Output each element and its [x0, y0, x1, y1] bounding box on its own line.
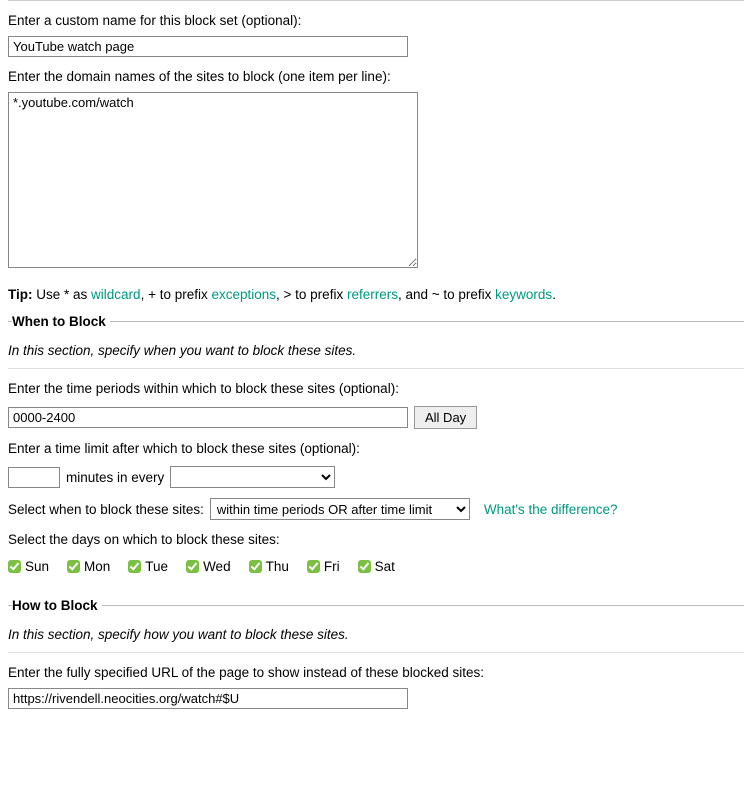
time-limit-label: Enter a time limit after which to block … — [8, 441, 744, 456]
day-fri[interactable]: Fri — [307, 559, 340, 574]
day-sat[interactable]: Sat — [358, 559, 395, 574]
tip-t2: , + to prefix — [141, 287, 212, 302]
how-to-block-section: How to Block In this section, specify ho… — [8, 598, 744, 719]
day-wed[interactable]: Wed — [186, 559, 231, 574]
custom-name-label: Enter a custom name for this block set (… — [8, 13, 744, 28]
time-periods-input[interactable] — [8, 407, 408, 428]
checkbox-mon[interactable] — [67, 560, 80, 573]
top-divider — [8, 0, 744, 1]
day-thu-label: Thu — [266, 559, 289, 574]
domains-label: Enter the domain names of the sites to b… — [8, 69, 744, 84]
days-label: Select the days on which to block these … — [8, 532, 744, 547]
select-when-label: Select when to block these sites: — [8, 502, 204, 517]
whats-difference-link[interactable]: What's the difference? — [484, 502, 618, 517]
domains-textarea[interactable]: *.youtube.com/watch — [8, 92, 418, 268]
block-mode-select[interactable]: within time periods OR after time limit — [210, 498, 470, 520]
tip-t4: , and ~ to prefix — [398, 287, 495, 302]
day-thu[interactable]: Thu — [249, 559, 289, 574]
how-intro: In this section, specify how you want to… — [8, 627, 744, 642]
wildcard-link[interactable]: wildcard — [91, 287, 141, 302]
when-legend: When to Block — [12, 314, 110, 329]
day-fri-label: Fri — [324, 559, 340, 574]
url-label: Enter the fully specified URL of the pag… — [8, 665, 744, 680]
when-intro: In this section, specify when you want t… — [8, 343, 744, 358]
exceptions-link[interactable]: exceptions — [211, 287, 276, 302]
tip-row: Tip: Use * as wildcard, + to prefix exce… — [8, 287, 744, 302]
when-to-block-section: When to Block In this section, specify w… — [8, 314, 744, 590]
days-row: Sun Mon Tue Wed Thu Fri Sat — [8, 559, 744, 574]
when-inner-divider — [8, 368, 744, 369]
checkbox-thu[interactable] — [249, 560, 262, 573]
tip-t5: . — [552, 287, 556, 302]
time-periods-label: Enter the time periods within which to b… — [8, 381, 744, 396]
tip-t3: , > to prefix — [276, 287, 347, 302]
day-sun[interactable]: Sun — [8, 559, 49, 574]
tip-bold: Tip: — [8, 287, 33, 302]
day-sat-label: Sat — [375, 559, 395, 574]
day-mon[interactable]: Mon — [67, 559, 110, 574]
checkbox-sat[interactable] — [358, 560, 371, 573]
how-legend: How to Block — [12, 598, 102, 613]
day-wed-label: Wed — [203, 559, 231, 574]
day-tue-label: Tue — [145, 559, 168, 574]
day-mon-label: Mon — [84, 559, 110, 574]
custom-name-input[interactable] — [8, 36, 408, 57]
all-day-button[interactable]: All Day — [414, 406, 477, 429]
referrers-link[interactable]: referrers — [347, 287, 398, 302]
day-tue[interactable]: Tue — [128, 559, 168, 574]
checkbox-tue[interactable] — [128, 560, 141, 573]
how-inner-divider — [8, 652, 744, 653]
minutes-input[interactable] — [8, 467, 60, 488]
minutes-in-every-text: minutes in every — [66, 470, 164, 485]
day-sun-label: Sun — [25, 559, 49, 574]
redirect-url-input[interactable] — [8, 688, 408, 709]
tip-t1: Use * as — [33, 287, 92, 302]
per-unit-select[interactable] — [170, 466, 335, 488]
keywords-link[interactable]: keywords — [495, 287, 552, 302]
checkbox-sun[interactable] — [8, 560, 21, 573]
checkbox-wed[interactable] — [186, 560, 199, 573]
checkbox-fri[interactable] — [307, 560, 320, 573]
